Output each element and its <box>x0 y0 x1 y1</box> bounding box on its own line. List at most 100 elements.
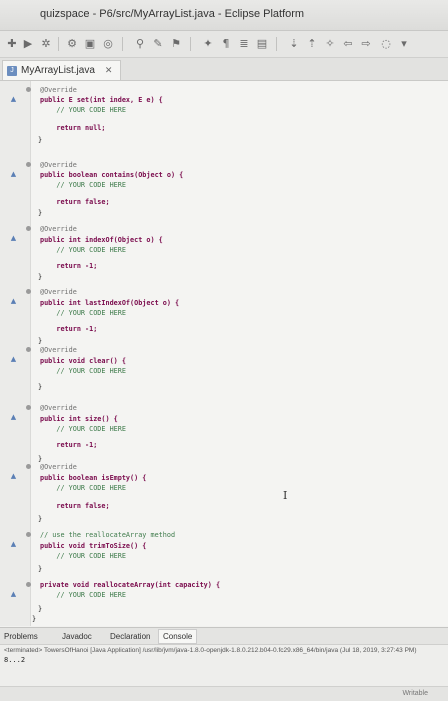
code-line[interactable]: public void clear() { <box>40 357 126 365</box>
code-line[interactable]: @Override <box>40 404 77 412</box>
tab-problems[interactable]: Problems <box>4 632 38 641</box>
code-line[interactable]: public void trimToSize() { <box>40 542 146 550</box>
code-line[interactable]: return null; <box>40 124 105 132</box>
panel-tab-bar: Problems Javadoc Declaration Console <box>0 628 448 645</box>
code-line[interactable]: public int indexOf(Object o) { <box>40 236 163 244</box>
toolbar: ✚ ▶ ✲ ⚙ ▣ ◎ ⚲ ✎ ⚑ ✦ ¶ ≣ ▤ ⇣ ⇡ ✧ ⇦ ⇨ ◌ ▾ <box>0 31 448 58</box>
code-area[interactable]: @Override public E set(int index, E e) { … <box>0 81 448 626</box>
fold-toggle-icon[interactable] <box>26 464 31 469</box>
code-line[interactable]: return -1; <box>40 441 97 449</box>
code-line[interactable]: // YOUR CODE HERE <box>40 591 126 599</box>
code-editor[interactable]: @Override public E set(int index, E e) { … <box>0 81 448 626</box>
override-marker-icon[interactable]: ▲ <box>10 298 17 305</box>
code-line[interactable]: } <box>38 337 42 345</box>
code-line[interactable]: return false; <box>40 502 109 510</box>
code-line[interactable]: // YOUR CODE HERE <box>40 367 126 375</box>
block-selection-icon[interactable]: ▤ <box>256 38 268 50</box>
code-line[interactable]: public boolean isEmpty() { <box>40 474 146 482</box>
text-cursor-icon: I <box>283 489 288 502</box>
code-line[interactable]: // YOUR CODE HERE <box>40 181 126 189</box>
override-marker-icon[interactable]: ▲ <box>10 356 17 363</box>
code-line[interactable]: public int lastIndexOf(Object o) { <box>40 299 179 307</box>
code-line[interactable]: @Override <box>40 346 77 354</box>
code-line[interactable]: } <box>38 455 42 463</box>
code-line[interactable]: private void reallocateArray(int capacit… <box>40 581 220 589</box>
console-status: <terminated> TowersOfHanoi [Java Applica… <box>4 647 417 654</box>
prev-annotation-icon[interactable]: ⇡ <box>306 38 318 50</box>
code-line[interactable]: // use the reallocateArray method <box>40 531 175 539</box>
override-marker-icon[interactable]: ▲ <box>10 96 17 103</box>
search-icon[interactable]: ⚲ <box>134 38 146 50</box>
show-whitespace-icon[interactable]: ≣ <box>238 38 250 50</box>
dropdown-icon[interactable]: ▾ <box>398 38 410 50</box>
fold-toggle-icon[interactable] <box>26 582 31 587</box>
new-icon[interactable]: ✚ <box>6 38 18 50</box>
tab-javadoc[interactable]: Javadoc <box>62 632 92 641</box>
code-line[interactable]: @Override <box>40 288 77 296</box>
open-type-icon[interactable]: ◎ <box>102 38 114 50</box>
fold-toggle-icon[interactable] <box>26 347 31 352</box>
run-icon[interactable]: ▶ <box>22 38 34 50</box>
editor-tab-myarraylist[interactable]: J MyArrayList.java ✕ <box>2 60 122 80</box>
fold-toggle-icon[interactable] <box>26 289 31 294</box>
code-line[interactable]: } <box>38 136 42 144</box>
debug-icon[interactable]: ✲ <box>40 38 52 50</box>
code-line[interactable]: // YOUR CODE HERE <box>40 425 126 433</box>
console-output: 8...2 <box>4 656 26 664</box>
editor-tab-label: MyArrayList.java <box>21 65 95 76</box>
back-icon[interactable]: ⇦ <box>342 38 354 50</box>
code-line[interactable]: } <box>38 565 42 573</box>
code-line[interactable]: return -1; <box>40 262 97 270</box>
pin-icon[interactable]: ✦ <box>202 38 214 50</box>
tab-console[interactable]: Console <box>158 629 198 644</box>
new-java-project-icon[interactable]: ▣ <box>84 38 96 50</box>
toggle-icon[interactable]: ¶ <box>220 38 232 50</box>
code-line[interactable]: // YOUR CODE HERE <box>40 246 126 254</box>
code-line[interactable]: public E set(int index, E e) { <box>40 96 163 104</box>
code-line[interactable]: } <box>32 615 36 623</box>
fold-toggle-icon[interactable] <box>26 87 31 92</box>
override-marker-icon[interactable]: ▲ <box>10 235 17 242</box>
override-marker-icon[interactable]: ▲ <box>10 171 17 178</box>
code-line[interactable]: @Override <box>40 225 77 233</box>
toolbar-separator <box>58 37 59 51</box>
external-tools-icon[interactable]: ⚙ <box>66 38 78 50</box>
fold-toggle-icon[interactable] <box>26 532 31 537</box>
code-line[interactable]: return false; <box>40 198 109 206</box>
history-icon[interactable]: ◌ <box>380 38 392 50</box>
code-line[interactable]: } <box>38 209 42 217</box>
fold-toggle-icon[interactable] <box>26 226 31 231</box>
override-marker-icon[interactable]: ▲ <box>10 473 17 480</box>
toolbar-separator <box>190 37 191 51</box>
bottom-panel: Problems Javadoc Declaration Console <te… <box>0 627 448 701</box>
code-line[interactable]: // YOUR CODE HERE <box>40 552 126 560</box>
code-line[interactable]: @Override <box>40 86 77 94</box>
last-edit-icon[interactable]: ✧ <box>324 38 336 50</box>
status-writable: Writable <box>402 690 428 697</box>
override-marker-icon[interactable]: ▲ <box>10 541 17 548</box>
code-line[interactable]: // YOUR CODE HERE <box>40 484 126 492</box>
fold-toggle-icon[interactable] <box>26 405 31 410</box>
code-line[interactable]: return -1; <box>40 325 97 333</box>
code-line[interactable]: public boolean contains(Object o) { <box>40 171 183 179</box>
code-line[interactable]: // YOUR CODE HERE <box>40 309 126 317</box>
forward-icon[interactable]: ⇨ <box>360 38 372 50</box>
tab-declaration[interactable]: Declaration <box>110 632 150 641</box>
code-line[interactable]: } <box>38 605 42 613</box>
toolbar-separator <box>122 37 123 51</box>
code-line[interactable]: // YOUR CODE HERE <box>40 106 126 114</box>
code-line[interactable]: public int size() { <box>40 415 118 423</box>
status-bar: Writable <box>0 686 448 701</box>
code-line[interactable]: } <box>38 383 42 391</box>
bookmark-icon[interactable]: ⚑ <box>170 38 182 50</box>
code-line[interactable]: @Override <box>40 463 77 471</box>
close-tab-icon[interactable]: ✕ <box>105 65 113 76</box>
code-line[interactable]: @Override <box>40 161 77 169</box>
code-line[interactable]: } <box>38 273 42 281</box>
next-annotation-icon[interactable]: ⇣ <box>288 38 300 50</box>
code-line[interactable]: } <box>38 515 42 523</box>
override-marker-icon[interactable]: ▲ <box>10 414 17 421</box>
fold-toggle-icon[interactable] <box>26 162 31 167</box>
annotation-icon[interactable]: ✎ <box>152 38 164 50</box>
override-marker-icon[interactable]: ▲ <box>10 591 17 598</box>
